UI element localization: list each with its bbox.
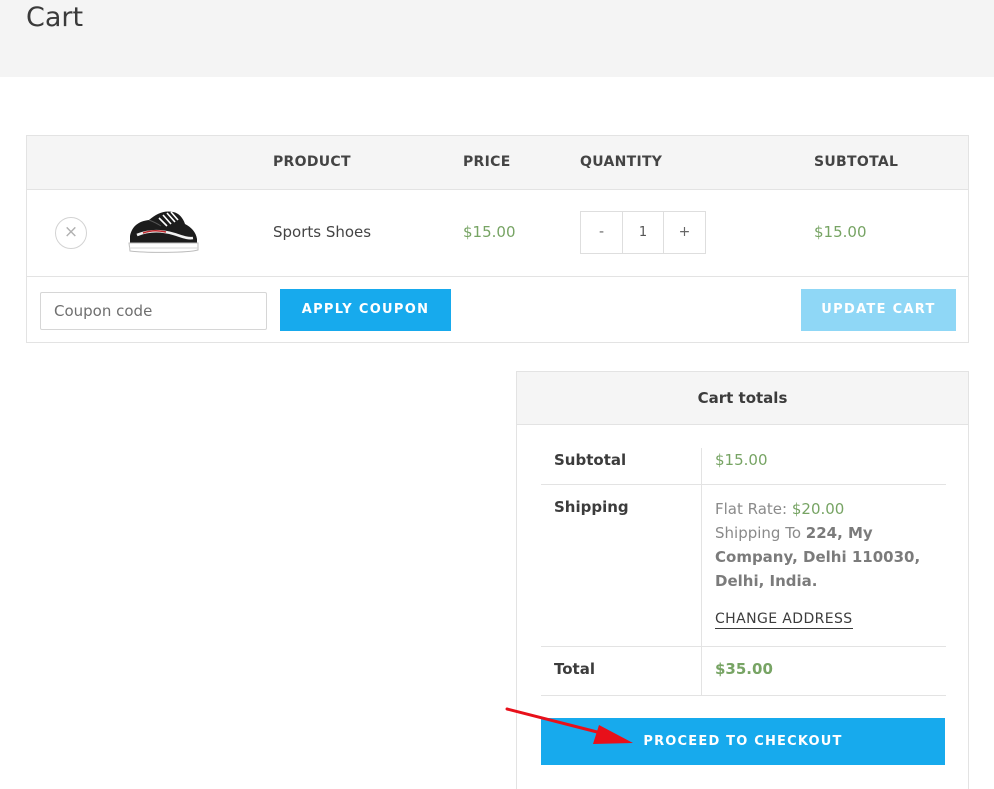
quantity-plus-button[interactable]: + — [664, 212, 705, 253]
header-product: PRODUCT — [273, 154, 351, 170]
column-divider — [701, 448, 702, 484]
header-price: PRICE — [463, 154, 511, 170]
page-header: Cart — [0, 0, 994, 77]
red-arrow-icon — [505, 707, 633, 744]
table-row: × Sports Shoes $15.00 - 1 + $15.00 — [27, 190, 968, 277]
shipping-method: Flat Rate: — [715, 500, 792, 518]
subtotal-row: Subtotal $15.00 — [541, 448, 946, 485]
apply-coupon-button[interactable]: APPLY COUPON — [280, 289, 451, 331]
cart-table: PRODUCT PRICE QUANTITY SUBTOTAL × Sports… — [26, 135, 969, 343]
header-subtotal: SUBTOTAL — [814, 154, 899, 170]
subtotal-value: $15.00 — [715, 451, 768, 469]
shipping-to-label: Shipping To — [715, 524, 806, 542]
header-quantity: QUANTITY — [580, 154, 663, 170]
sneaker-icon — [128, 211, 199, 253]
column-divider — [701, 647, 702, 695]
product-price: $15.00 — [463, 223, 516, 241]
coupon-code-input[interactable] — [40, 292, 267, 330]
cart-totals-title: Cart totals — [517, 372, 968, 425]
quantity-input[interactable]: 1 — [622, 212, 664, 253]
product-thumbnail[interactable] — [127, 202, 199, 264]
cart-totals-table: Subtotal $15.00 Shipping Flat Rate: $20.… — [541, 448, 946, 696]
quantity-stepper: - 1 + — [580, 211, 706, 254]
cart-table-header: PRODUCT PRICE QUANTITY SUBTOTAL — [27, 136, 968, 190]
shipping-amount: $20.00 — [791, 500, 845, 518]
total-row: Total $35.00 — [541, 647, 946, 696]
column-divider — [701, 485, 702, 646]
shipping-info: Flat Rate: $20.00 Shipping To 224, My Co… — [715, 497, 937, 593]
quantity-minus-button[interactable]: - — [581, 212, 622, 253]
total-value: $35.00 — [715, 660, 773, 678]
change-address-link[interactable]: CHANGE ADDRESS — [715, 611, 853, 629]
product-subtotal: $15.00 — [814, 223, 867, 241]
subtotal-label: Subtotal — [554, 451, 627, 469]
product-name-link[interactable]: Sports Shoes — [273, 223, 371, 241]
update-cart-button[interactable]: UPDATE CART — [801, 289, 956, 331]
remove-item-icon[interactable]: × — [55, 217, 87, 249]
shipping-row: Shipping Flat Rate: $20.00 Shipping To 2… — [541, 485, 946, 647]
total-label: Total — [554, 660, 595, 678]
shipping-label: Shipping — [554, 498, 629, 516]
page-title: Cart — [26, 2, 84, 33]
